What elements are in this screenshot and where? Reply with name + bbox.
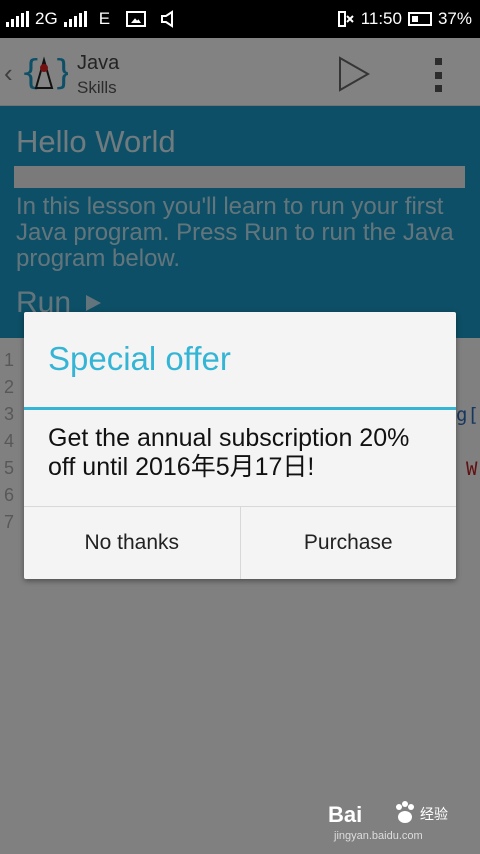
dialog-title: Special offer <box>48 340 231 377</box>
baidu-watermark: Bai 经验 jingyan.baidu.com <box>326 798 466 848</box>
network-type-2: E <box>98 9 111 28</box>
watermark-brand: Bai <box>328 802 363 827</box>
watermark-cn: 经验 <box>420 806 448 822</box>
battery-percent: 37% <box>437 9 472 28</box>
watermark-url: jingyan.baidu.com <box>334 830 423 842</box>
speaker-icon <box>161 10 174 28</box>
status-bar: 2G E 11:50 37% <box>0 0 480 38</box>
special-offer-dialog: Special offer Get the annual subscriptio… <box>24 312 456 579</box>
dialog-message: Get the annual subscription 20% off unti… <box>48 424 410 481</box>
signal-icon <box>6 11 29 27</box>
network-type: 2G <box>35 9 58 28</box>
signal-icon-2 <box>63 11 87 27</box>
battery-icon <box>407 12 432 26</box>
purchase-button[interactable]: Purchase <box>239 507 457 579</box>
vibrate-icon <box>337 11 354 27</box>
clock: 11:50 <box>360 9 402 28</box>
dialog-buttons: No thanks Purchase <box>24 506 456 579</box>
image-notification-icon <box>126 11 147 27</box>
no-thanks-button[interactable]: No thanks <box>24 507 240 579</box>
dialog-divider <box>24 407 456 410</box>
paw-icon <box>396 801 414 823</box>
